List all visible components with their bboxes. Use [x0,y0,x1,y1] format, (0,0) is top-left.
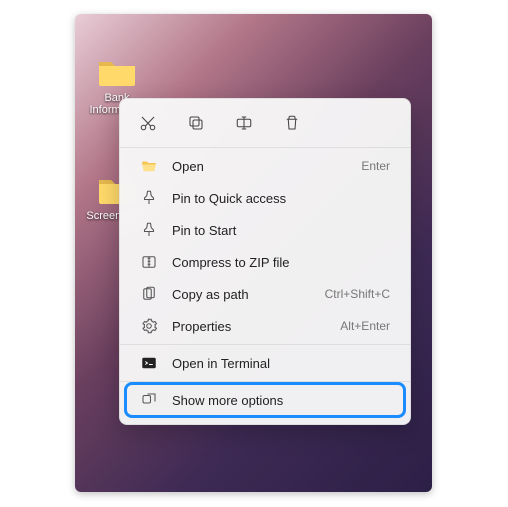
scissors-icon [139,114,157,132]
menu-item-label: Open [172,159,347,174]
menu-item-open-terminal[interactable]: Open in Terminal [126,347,404,379]
menu-item-label: Pin to Start [172,223,390,238]
context-menu: Open Enter Pin to Quick access Pin to St… [119,98,411,425]
menu-item-pin-start[interactable]: Pin to Start [126,214,404,246]
rename-icon [235,114,253,132]
copy-icon [187,114,205,132]
menu-item-compress-zip[interactable]: Compress to ZIP file [126,246,404,278]
menu-item-shortcut: Ctrl+Shift+C [325,287,390,301]
desktop-area: Bank Information Screenshots [75,14,432,492]
menu-item-label: Compress to ZIP file [172,255,390,270]
delete-button[interactable] [278,109,306,137]
menu-item-label: Properties [172,319,326,334]
menu-separator [120,344,410,345]
copy-button[interactable] [182,109,210,137]
menu-item-label: Show more options [172,393,390,408]
trash-icon [283,114,301,132]
pin-icon [140,221,158,239]
menu-item-open[interactable]: Open Enter [126,150,404,182]
menu-item-label: Pin to Quick access [172,191,390,206]
menu-separator [120,381,410,382]
menu-item-pin-quick-access[interactable]: Pin to Quick access [126,182,404,214]
menu-item-label: Open in Terminal [172,356,390,371]
pin-icon [140,189,158,207]
menu-item-properties[interactable]: Properties Alt+Enter [126,310,404,342]
menu-item-label: Copy as path [172,287,311,302]
menu-item-show-more-options[interactable]: Show more options [126,384,404,416]
more-options-icon [140,391,158,409]
folder-icon [97,56,137,88]
menu-item-shortcut: Alt+Enter [340,319,390,333]
properties-icon [140,317,158,335]
menu-item-shortcut: Enter [361,159,390,173]
menu-item-copy-path[interactable]: Copy as path Ctrl+Shift+C [126,278,404,310]
open-folder-icon [140,157,158,175]
copy-path-icon [140,285,158,303]
terminal-icon [140,354,158,372]
rename-button[interactable] [230,109,258,137]
menu-separator [120,147,410,148]
context-menu-toolbar [120,105,410,145]
cut-button[interactable] [134,109,162,137]
zip-icon [140,253,158,271]
